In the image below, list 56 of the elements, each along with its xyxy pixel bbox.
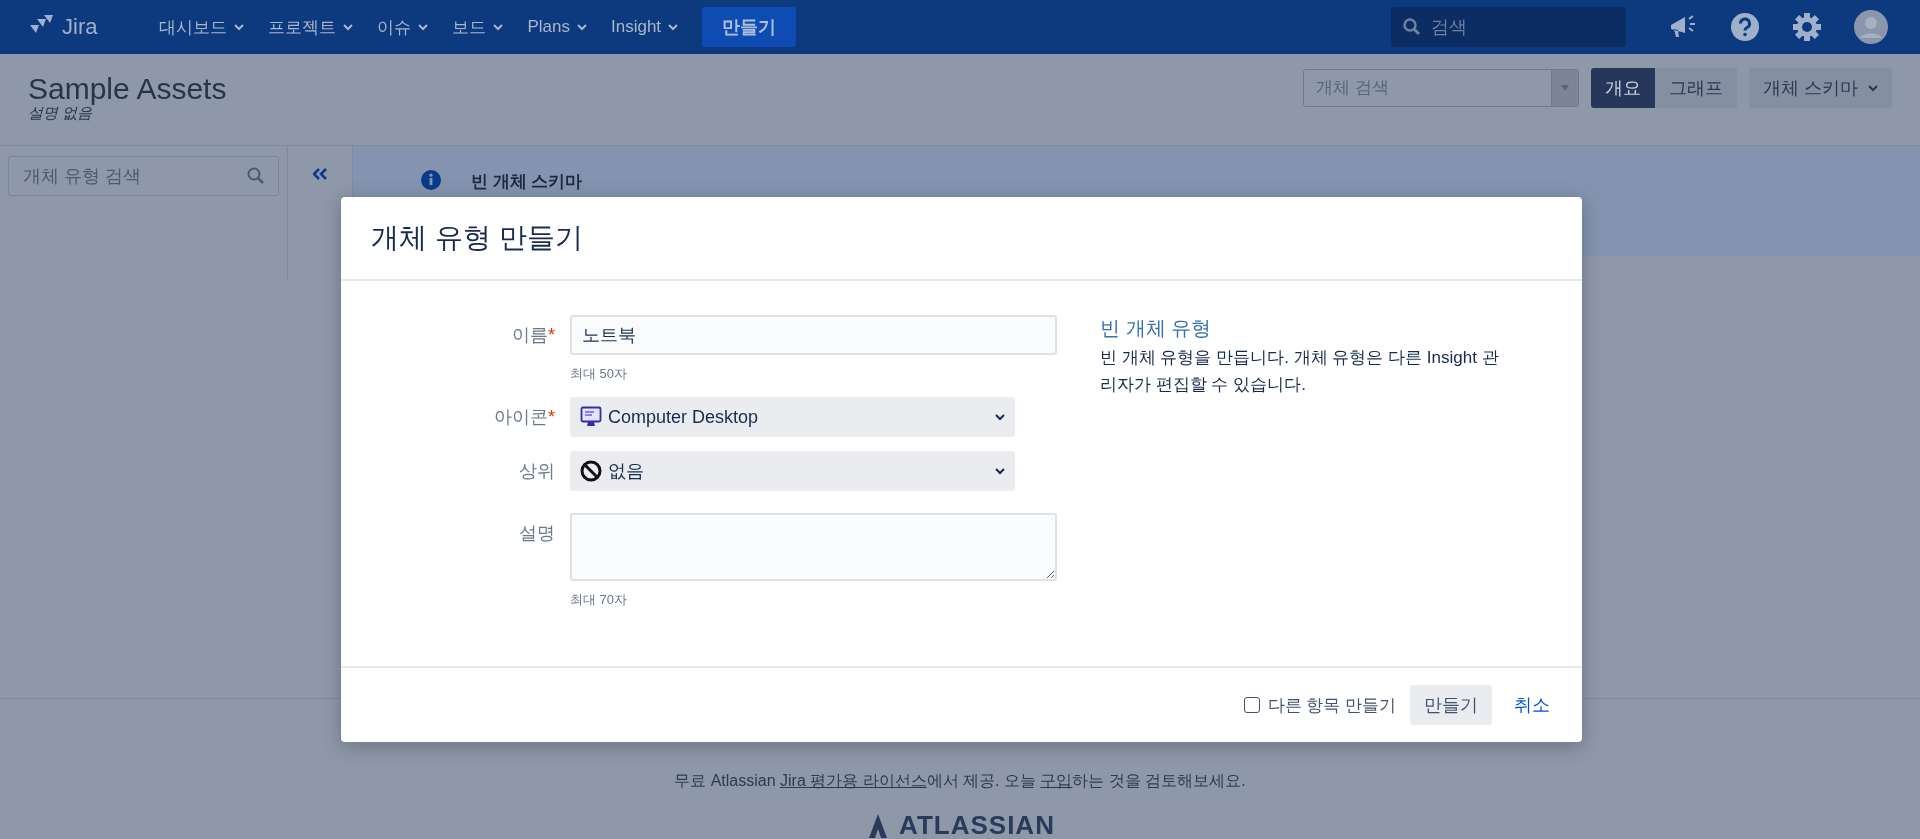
view-tab[interactable]: 개요 — [1591, 68, 1655, 108]
search-icon — [247, 167, 265, 185]
nav-menu[interactable]: 보드 — [440, 7, 516, 47]
chevron-down-icon — [995, 413, 1005, 421]
license-link[interactable]: 구입 — [1040, 772, 1073, 789]
dialog-title: 개체 유형 만들기 — [371, 221, 583, 255]
page-subtitle: 설명 없음 — [28, 104, 93, 123]
logo-text: Jira — [62, 14, 98, 40]
checkbox[interactable] — [1243, 697, 1260, 713]
chevron-down-icon — [995, 467, 1005, 475]
chevron-down-icon — [418, 23, 429, 31]
chevron-down-icon — [1868, 84, 1878, 92]
nav-menu[interactable]: 프로젝트 — [256, 7, 366, 47]
schema-menu-button[interactable]: 개체 스키마 — [1749, 68, 1892, 108]
chevron-down-icon — [577, 23, 587, 31]
settings-icon[interactable] — [1792, 12, 1822, 42]
field-hint: 최대 50자 — [570, 365, 629, 383]
chevron-down-icon — [668, 23, 679, 31]
nav-menu[interactable]: Plans — [515, 7, 599, 47]
object-type-search-field[interactable]: 개체 유형 검색 — [8, 156, 279, 196]
page-title: Sample Assets — [28, 72, 228, 106]
chevron-down-icon — [234, 23, 245, 31]
name-input-field[interactable]: 노트북 — [570, 315, 1057, 355]
cancel-link[interactable]: 취소 — [1506, 693, 1558, 717]
info-icon — [421, 170, 441, 190]
required-asterisk: * — [548, 325, 555, 345]
nav-menu[interactable]: 이슈 — [365, 7, 441, 47]
chevron-down-icon — [493, 23, 504, 31]
field-hint: 최대 70자 — [570, 591, 629, 609]
license-link[interactable]: Jira 평가용 라이선스 — [780, 772, 927, 789]
create-button[interactable]: 만들기 — [1410, 685, 1492, 725]
nav-menu[interactable]: 대시보드 — [147, 7, 257, 47]
icon-select[interactable]: Computer Desktop — [570, 397, 1015, 437]
info-panel-title: 빈 개체 스키마 — [471, 171, 583, 193]
license-notice: 무료 Atlassian Jira 평가용 라이선스에서 제공. 오늘 구입하는 것을 검토해보세요. — [674, 771, 1246, 791]
prohibited-icon — [580, 460, 602, 482]
field-label: 상위 — [519, 461, 555, 481]
create-button[interactable]: 만들기 — [702, 7, 797, 47]
search-field[interactable]: 검색 — [1391, 7, 1626, 47]
chevron-down-icon — [343, 23, 354, 31]
dropdown-arrow-icon — [1561, 85, 1569, 91]
view-tab[interactable]: 그래프 — [1655, 68, 1737, 108]
field-label: 설명 — [519, 523, 555, 543]
parent-select[interactable]: 없음 — [570, 451, 1015, 491]
avatar-icon[interactable] — [1854, 10, 1888, 44]
double-chevron-left-icon — [313, 168, 327, 180]
field-label: 이름 — [512, 325, 548, 345]
field-label: 아이콘 — [494, 407, 548, 427]
object-type-info-title: 빈 개체 유형 — [1100, 316, 1213, 341]
required-asterisk: * — [548, 407, 555, 427]
object-type-info-text: 빈 개체 유형을 만듭니다. 개체 유형은 다른 Insight 관리자가 편집할 수 있습니다. — [1100, 347, 1500, 397]
help-icon[interactable] — [1730, 12, 1760, 42]
atlassian-logo-text: ATLASSIAN — [899, 810, 1055, 839]
desktop-computer-icon — [580, 406, 602, 428]
nav-menu[interactable]: Insight — [599, 7, 691, 47]
checkbox-label: 다른 항목 만들기 — [1267, 694, 1396, 717]
